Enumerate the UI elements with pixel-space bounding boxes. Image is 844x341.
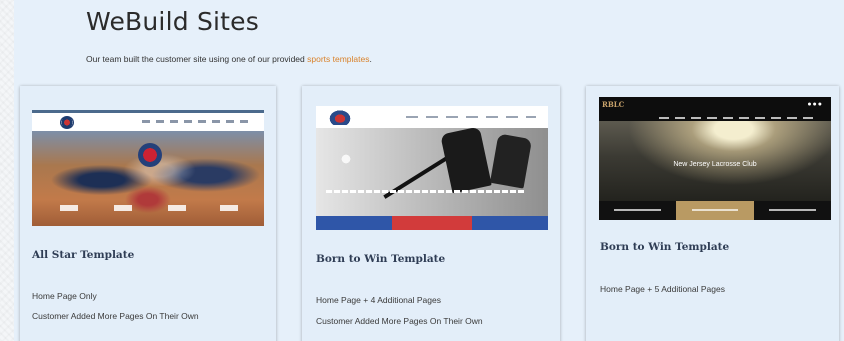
team-logo-icon bbox=[60, 116, 74, 129]
template-thumbnail[interactable] bbox=[316, 106, 548, 230]
thumbnail-button bbox=[599, 201, 676, 220]
thumbnail-button bbox=[168, 205, 186, 211]
template-card-born-to-win-2[interactable]: RBLC ●●● New Jersey Lacrosse Club Born t… bbox=[586, 86, 839, 341]
card-title[interactable]: All Star Template bbox=[32, 249, 134, 261]
thumbnail-button bbox=[676, 201, 754, 220]
intro-suffix: . bbox=[369, 54, 372, 64]
thumbnail-hero-text: New Jersey Lacrosse Club bbox=[673, 161, 757, 168]
thumbnail-nav bbox=[32, 113, 264, 131]
template-card-all-star[interactable]: All Star Template Home Page Only Custome… bbox=[20, 86, 276, 341]
thumbnail-button bbox=[472, 216, 548, 230]
card-detail: Home Page Only bbox=[32, 291, 97, 301]
card-detail: Home Page + 5 Additional Pages bbox=[600, 284, 725, 294]
card-detail: Customer Added More Pages On Their Own bbox=[32, 311, 199, 321]
card-title[interactable]: Born to Win Template bbox=[316, 253, 445, 265]
thumbnail-button bbox=[754, 201, 831, 220]
thumbnail-button bbox=[392, 216, 472, 230]
thumbnail-button bbox=[114, 205, 132, 211]
thumbnail-menu bbox=[659, 117, 819, 119]
sports-templates-link[interactable]: sports templates bbox=[307, 54, 369, 64]
thumbnail-button bbox=[220, 205, 238, 211]
team-logo-icon bbox=[328, 109, 352, 125]
thumbnail-menu bbox=[406, 116, 536, 118]
card-detail: Customer Added More Pages On Their Own bbox=[316, 316, 483, 326]
crest-icon bbox=[338, 152, 354, 166]
page-title: WeBuild Sites bbox=[86, 7, 259, 36]
thumbnail-button bbox=[60, 205, 78, 211]
social-icons: ●●● bbox=[807, 101, 823, 108]
intro-text: Our team built the customer site using o… bbox=[86, 54, 372, 64]
thumbnail-menu bbox=[142, 120, 252, 123]
template-card-born-to-win[interactable]: Born to Win Template Home Page + 4 Addit… bbox=[302, 86, 560, 341]
thumbnail-nav: RBLC ●●● bbox=[599, 97, 831, 113]
card-detail: Home Page + 4 Additional Pages bbox=[316, 295, 441, 305]
thumbnail-nav bbox=[316, 106, 548, 128]
club-logo: RBLC bbox=[602, 100, 625, 109]
thumbnail-caption bbox=[326, 190, 526, 193]
thumbnail-button bbox=[316, 216, 392, 230]
intro-prefix: Our team built the customer site using o… bbox=[86, 54, 308, 64]
team-badge-icon bbox=[138, 143, 162, 167]
template-thumbnail[interactable] bbox=[32, 110, 264, 226]
card-title[interactable]: Born to Win Template bbox=[600, 241, 729, 253]
template-thumbnail[interactable]: RBLC ●●● New Jersey Lacrosse Club bbox=[599, 97, 831, 220]
